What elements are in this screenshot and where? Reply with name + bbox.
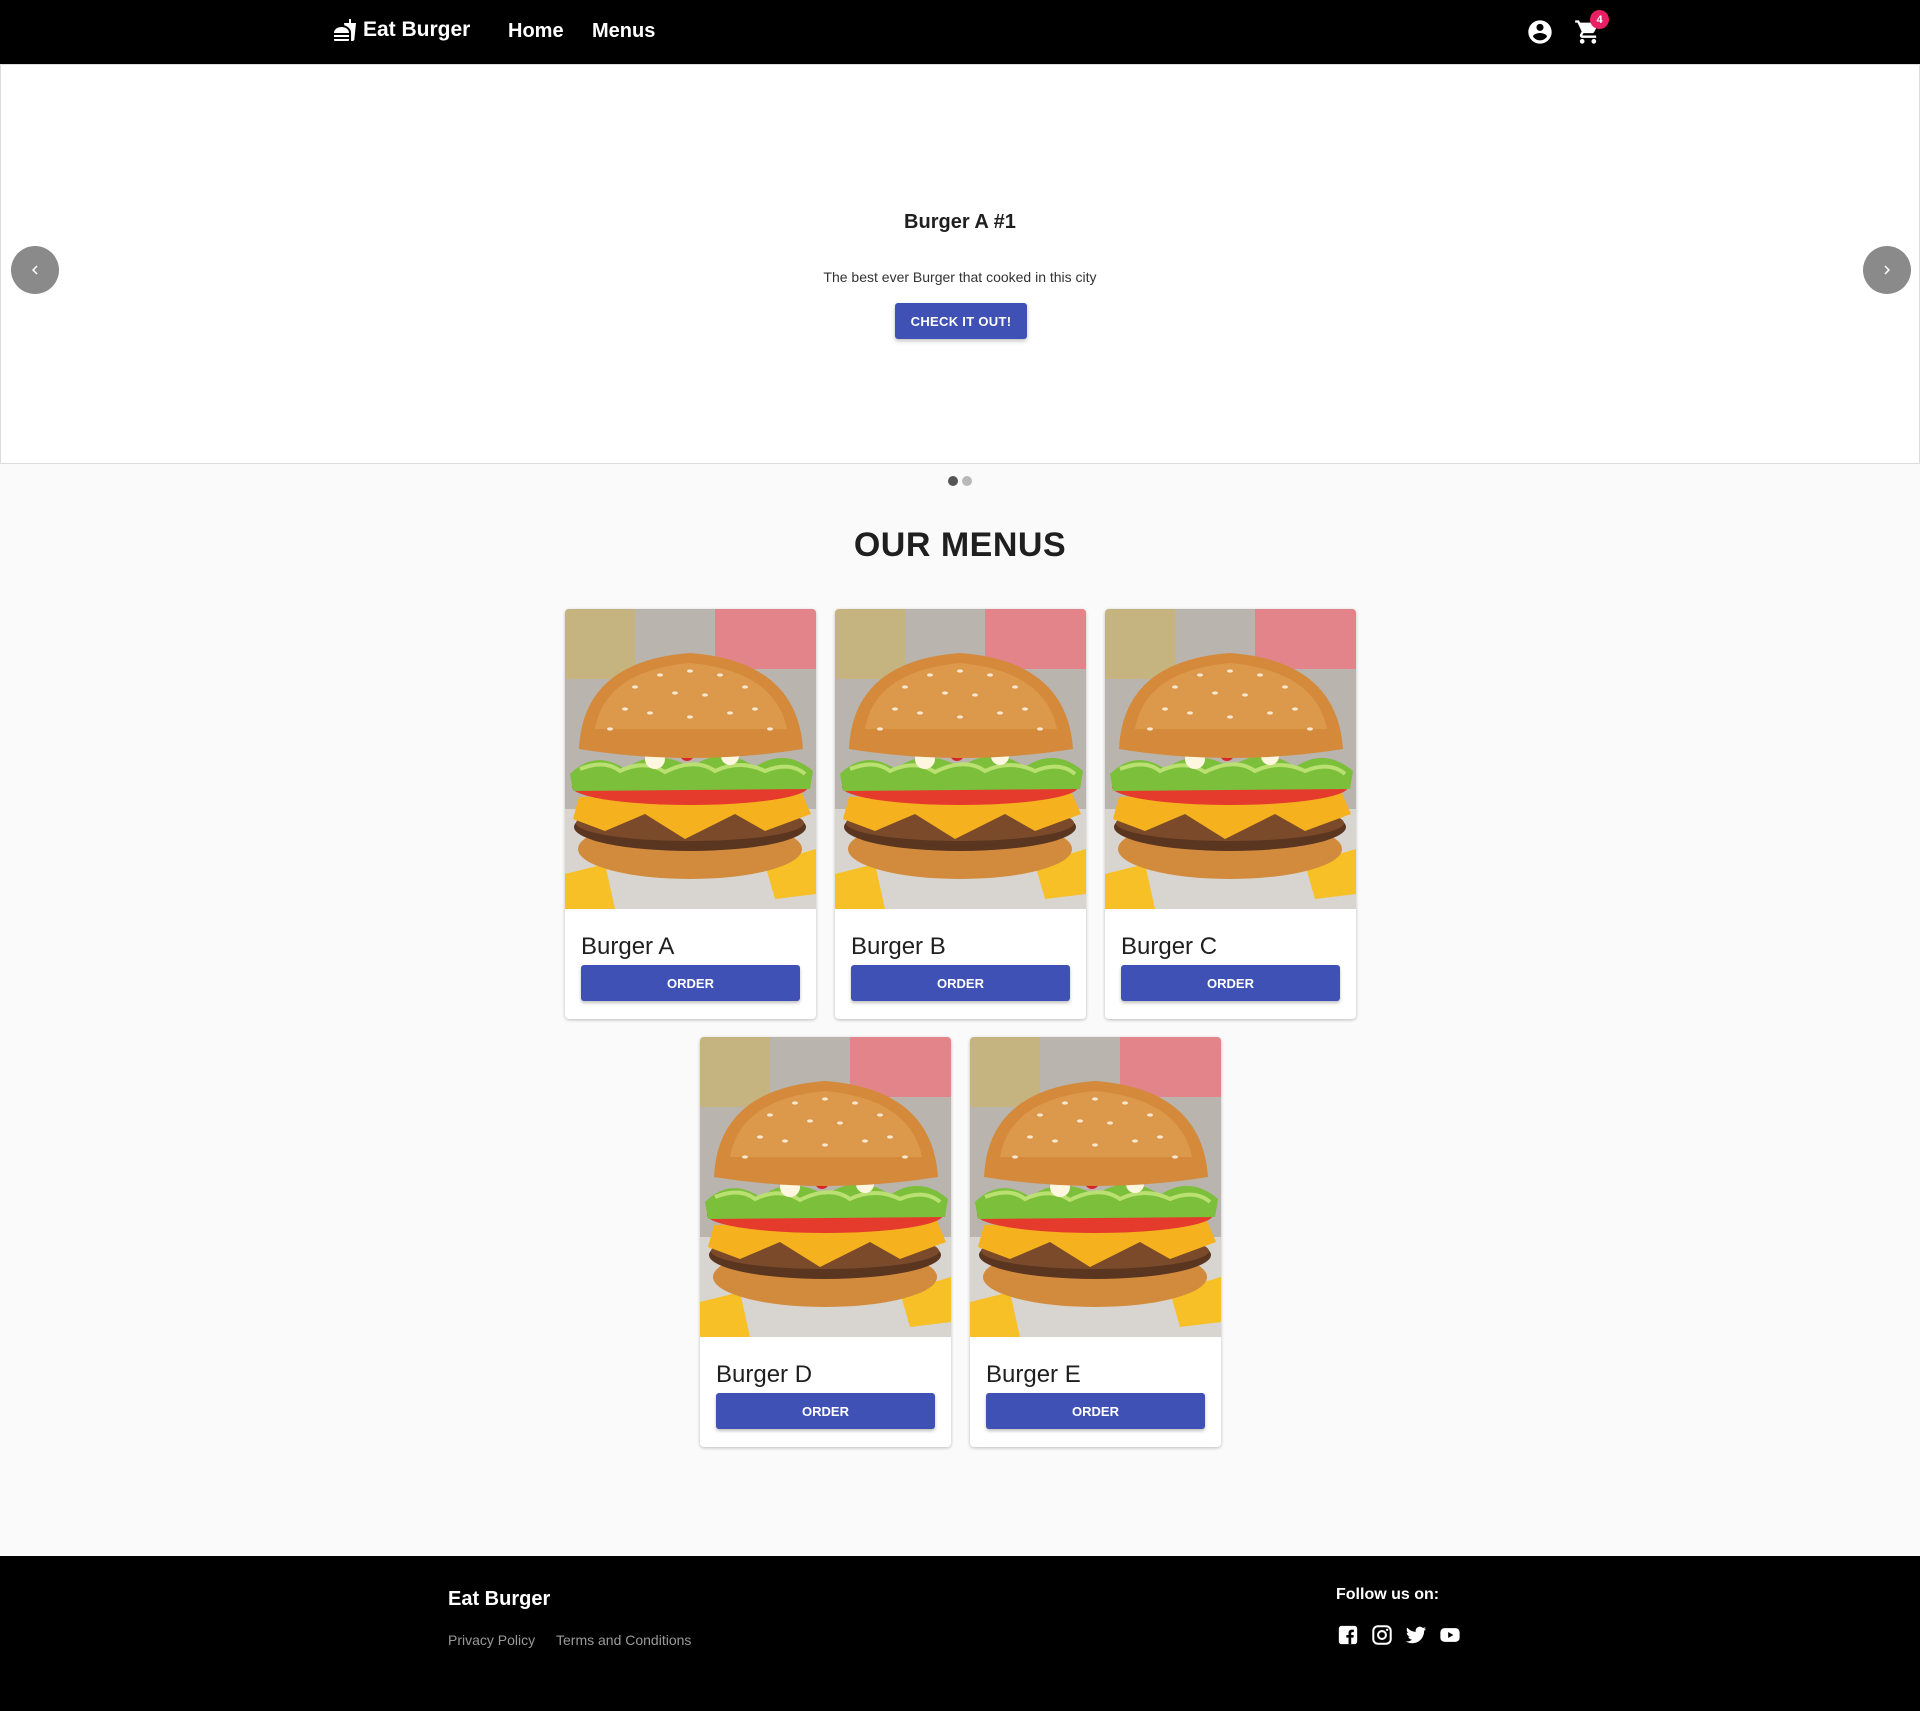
menu-card-burger-a: Burger A ORDER (565, 609, 816, 1019)
menu-card-burger-c: Burger C ORDER (1105, 609, 1356, 1019)
fastfood-icon (334, 19, 356, 41)
brand-name: Eat Burger (363, 18, 471, 41)
chevron-left-icon (32, 265, 38, 275)
chevron-right-icon (1884, 265, 1890, 275)
follow-us-label: Follow us on: (1336, 1586, 1440, 1603)
burger-image (565, 609, 816, 909)
burger-image (835, 609, 1086, 909)
carousel-dot-2[interactable] (962, 476, 972, 486)
slide-description: The best ever Burger that cooked in this… (823, 269, 1097, 285)
carousel-prev-button[interactable] (11, 246, 59, 294)
order-button[interactable]: ORDER (851, 965, 1070, 1001)
menu-item-name: Burger E (986, 1361, 1081, 1388)
slide-title: Burger A #1 (904, 211, 1016, 233)
terms-link[interactable]: Terms and Conditions (556, 1632, 691, 1648)
footer-brand: Eat Burger (448, 1588, 551, 1610)
brand-logo[interactable]: Eat Burger (333, 18, 470, 42)
burger-image (700, 1037, 951, 1337)
order-button[interactable]: ORDER (716, 1393, 935, 1429)
menu-item-name: Burger C (1121, 933, 1218, 960)
burger-image (1105, 609, 1356, 909)
facebook-icon[interactable] (1337, 1624, 1359, 1646)
footer: Eat Burger Privacy Policy Terms and Cond… (0, 1556, 1920, 1711)
account-circle-icon[interactable] (1526, 18, 1554, 46)
menu-item-name: Burger B (851, 933, 946, 960)
burger-image (970, 1037, 1221, 1337)
navbar: Eat Burger Home Menus 4 (0, 0, 1920, 64)
carousel-next-button[interactable] (1863, 246, 1911, 294)
nav-link-menus[interactable]: Menus (592, 20, 655, 43)
order-button[interactable]: ORDER (1121, 965, 1340, 1001)
nav-link-home[interactable]: Home (508, 20, 564, 43)
menu-card-burger-e: Burger E ORDER (970, 1037, 1221, 1447)
carousel-dot-1[interactable] (948, 476, 958, 486)
carousel-indicators (0, 476, 1920, 486)
menus-section-title: OUR MENUS (853, 526, 1067, 564)
privacy-policy-link[interactable]: Privacy Policy (448, 1632, 535, 1648)
cart-count-badge: 4 (1590, 10, 1609, 29)
check-it-out-button[interactable]: CHECK IT OUT! (895, 303, 1027, 339)
instagram-icon[interactable] (1371, 1624, 1393, 1646)
order-button[interactable]: ORDER (581, 965, 800, 1001)
hero-carousel: Burger A #1 The best ever Burger that co… (0, 64, 1920, 464)
menu-card-burger-d: Burger D ORDER (700, 1037, 951, 1447)
order-button[interactable]: ORDER (986, 1393, 1205, 1429)
youtube-icon[interactable] (1439, 1624, 1461, 1646)
menu-card-burger-b: Burger B ORDER (835, 609, 1086, 1019)
twitter-icon[interactable] (1405, 1624, 1427, 1646)
menu-item-name: Burger A (581, 933, 675, 960)
menu-item-name: Burger D (716, 1361, 813, 1388)
